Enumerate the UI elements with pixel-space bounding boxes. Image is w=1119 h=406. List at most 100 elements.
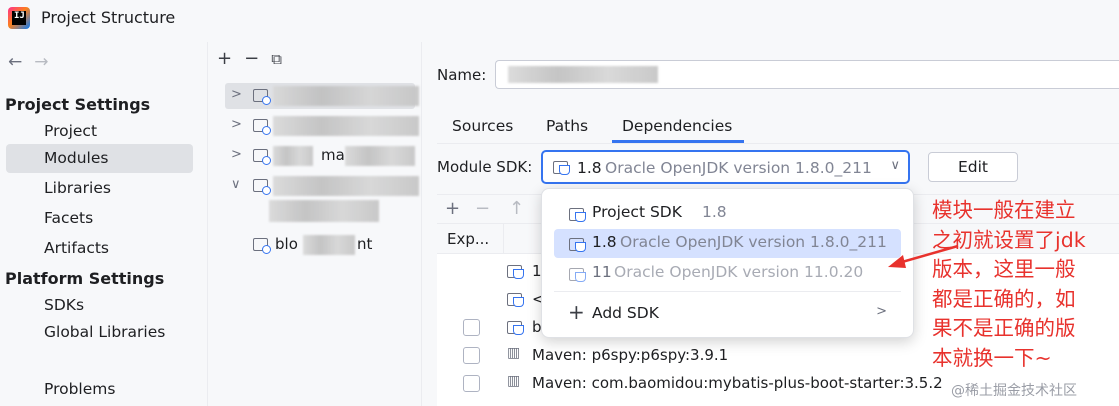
nav-item-global-libraries[interactable]: Global Libraries — [6, 318, 193, 347]
sdk-option-version: Project SDK — [592, 203, 682, 221]
name-field[interactable] — [495, 60, 1119, 89]
nav-item-facets[interactable]: Facets — [6, 204, 193, 233]
jdk-icon — [569, 267, 586, 282]
tabs-divider — [437, 143, 1119, 144]
tab-dependencies[interactable]: Dependencies — [611, 117, 745, 143]
module-sdk-label: Module SDK: — [437, 158, 533, 176]
tree-row[interactable]: ∨ — [225, 173, 419, 199]
column-divider — [503, 224, 504, 254]
annotation-line: 本就换一下~ — [932, 345, 1052, 370]
sdk-option-desc: Oracle OpenJDK version 11.0.20 — [614, 263, 864, 281]
sdk-option-desc: Oracle OpenJDK version 1.8.0_211 — [620, 233, 887, 251]
history-arrows: ← → — [8, 52, 61, 72]
copy-icon[interactable]: ⧉ — [271, 50, 282, 68]
jdk-icon — [553, 160, 570, 175]
export-checkbox[interactable] — [463, 375, 480, 392]
nav-item-libraries[interactable]: Libraries — [6, 174, 193, 203]
blurred-name-value — [508, 66, 658, 83]
module-icon — [253, 149, 271, 165]
plus-icon[interactable]: + — [445, 198, 460, 219]
chevron-right-icon[interactable]: > — [231, 147, 242, 162]
tab-paths[interactable]: Paths — [546, 117, 588, 135]
plus-icon: + — [568, 300, 585, 324]
nav-item-sdks[interactable]: SDKs — [6, 291, 193, 320]
name-label: Name: — [437, 66, 487, 84]
minus-icon[interactable]: − — [244, 48, 259, 69]
project-settings-header: Project Settings — [5, 95, 151, 114]
tree-item-label: blo — [275, 235, 298, 253]
settings-nav: ← → Project Settings Project Modules Libr… — [0, 42, 208, 406]
tab-sources[interactable]: Sources — [452, 117, 513, 135]
sdk-option-desc: 1.8 — [702, 203, 727, 221]
watermark: @稀土掘金技术社区 — [951, 383, 1077, 399]
module-tree: + − ⧉ > > > ma ∨ blo nt — [209, 42, 422, 406]
blurred-module-name — [273, 176, 419, 196]
sdk-option-11[interactable]: 11 Oracle OpenJDK version 11.0.20 — [554, 259, 901, 288]
chevron-right-icon: > — [876, 304, 887, 319]
blurred-module-name — [273, 86, 419, 106]
minus-icon[interactable]: − — [475, 198, 490, 219]
chevron-right-icon[interactable]: > — [231, 87, 242, 102]
sdk-option-version: 11 — [592, 263, 612, 281]
window-title: Project Structure — [41, 8, 176, 27]
move-up-icon[interactable]: ↑ — [509, 198, 524, 219]
sdk-option-1-8[interactable]: 1.8 Oracle OpenJDK version 1.8.0_211 — [554, 229, 901, 258]
edit-sdk-button[interactable]: Edit — [928, 152, 1018, 182]
annotation-note: 模块一般在建立 之初就设置了jdk 版本，这里一般 都是正确的，如 果不是正确的… — [932, 196, 1117, 373]
module-icon — [253, 89, 271, 105]
blurred-module-name — [273, 116, 419, 136]
annotation-line: 之初就设置了jdk — [932, 227, 1086, 252]
jdk-icon — [569, 207, 586, 222]
annotation-line: 都是正确的，如 — [932, 286, 1076, 311]
module-source-icon — [507, 292, 524, 307]
module-sdk-dropdown[interactable]: 1.8 Oracle OpenJDK version 1.8.0_211 ∨ — [541, 150, 910, 184]
blurred-module-name — [303, 235, 355, 255]
module-icon — [253, 238, 271, 254]
jdk-icon — [507, 264, 524, 279]
tree-row[interactable]: > — [225, 113, 419, 139]
sdk-option-version: 1.8 — [592, 233, 617, 251]
blurred-module-name — [345, 146, 415, 166]
nav-item-problems[interactable]: Problems — [6, 375, 193, 404]
nav-item-project[interactable]: Project — [6, 117, 193, 146]
popup-divider — [554, 291, 901, 292]
module-icon — [507, 320, 524, 335]
intellij-logo-icon: IJ — [8, 7, 30, 29]
blurred-module-name — [273, 146, 313, 166]
blurred-module-name — [269, 200, 379, 222]
sdk-version: 1.8 — [577, 159, 602, 177]
dependency-label: Maven: com.baomidou:mybatis-plus-boot-st… — [532, 374, 943, 392]
chevron-right-icon[interactable]: > — [231, 117, 242, 132]
library-icon: ▥ — [507, 373, 521, 389]
dependency-label: Maven: p6spy:p6spy:3.9.1 — [532, 346, 729, 364]
annotation-line: 版本，这里一般 — [932, 257, 1076, 281]
tree-row[interactable]: blo nt — [225, 232, 415, 258]
platform-settings-header: Platform Settings — [5, 269, 165, 288]
export-column-header[interactable]: Exp... — [447, 230, 489, 248]
tree-toolbar: + − ⧉ — [217, 48, 294, 69]
tree-item-label: ma — [321, 146, 345, 164]
tree-row[interactable]: > ma — [225, 143, 415, 169]
module-icon — [253, 179, 271, 195]
add-sdk-button[interactable]: + Add SDK > — [554, 299, 901, 329]
sdk-dropdown-popup: Project SDK 1.8 1.8 Oracle OpenJDK versi… — [541, 188, 914, 338]
jdk-icon — [569, 237, 586, 252]
arrow-right-icon[interactable]: → — [34, 52, 48, 72]
annotation-line: 果不是正确的版 — [932, 316, 1076, 340]
add-sdk-label: Add SDK — [592, 304, 659, 322]
tree-item-label: nt — [357, 235, 373, 253]
annotation-line: 模块一般在建立 — [932, 198, 1076, 222]
sdk-option-project[interactable]: Project SDK 1.8 — [554, 199, 901, 228]
chevron-down-icon[interactable]: ∨ — [231, 177, 241, 192]
export-checkbox[interactable] — [463, 347, 480, 364]
arrow-left-icon[interactable]: ← — [8, 52, 22, 72]
library-icon: ▥ — [507, 345, 521, 361]
nav-item-artifacts[interactable]: Artifacts — [6, 234, 193, 263]
tree-row[interactable]: > — [225, 83, 419, 109]
module-icon — [253, 119, 271, 135]
sdk-description: Oracle OpenJDK version 1.8.0_211 — [605, 159, 872, 177]
nav-item-modules[interactable]: Modules — [6, 144, 193, 173]
chevron-down-icon: ∨ — [890, 158, 900, 173]
export-checkbox[interactable] — [463, 319, 480, 336]
plus-icon[interactable]: + — [217, 48, 232, 69]
